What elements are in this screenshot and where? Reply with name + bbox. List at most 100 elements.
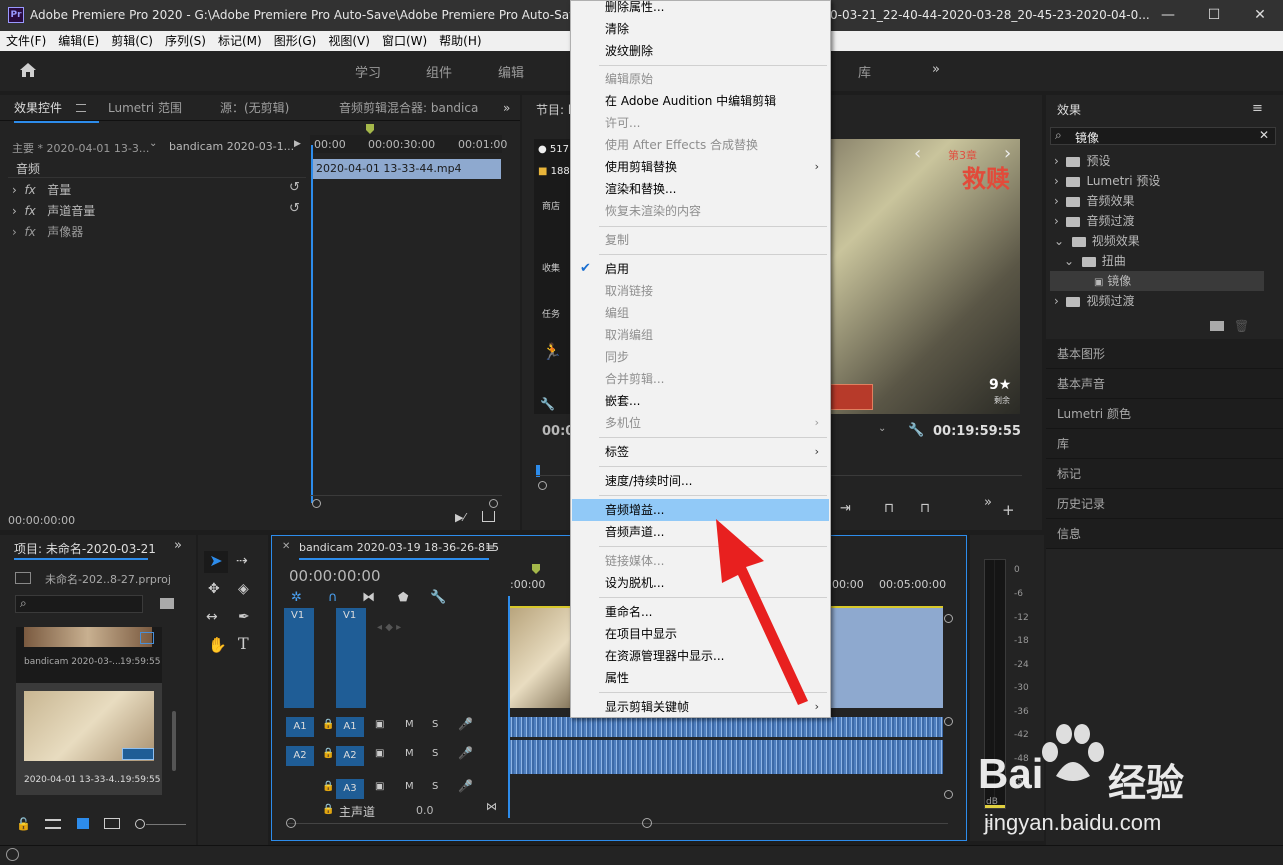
menu-item-restore-unrendered[interactable]: 恢复未渲染的内容 (572, 200, 829, 222)
mute-button[interactable]: M (405, 748, 414, 759)
section-markers[interactable]: 标记 (1046, 459, 1283, 489)
fx-row-volume[interactable]: › fx 音量 (12, 181, 71, 198)
clip-thumbnail-card-selected[interactable]: 2020-04-01 13-33-4... 19:59:55 (16, 683, 162, 795)
panel-menu-icon[interactable]: ≡ (485, 541, 495, 555)
menu-item-unlink[interactable]: 取消链接 (572, 280, 829, 302)
scroll-handle[interactable] (944, 790, 953, 799)
menu-item-remove-attributes[interactable]: 删除属性... (572, 0, 829, 18)
playhead[interactable] (311, 145, 313, 503)
track-target-v1[interactable]: V1 (336, 608, 366, 708)
track-select-tool-icon[interactable]: ⇢ (236, 553, 248, 569)
effects-tree-item-selected[interactable]: ▣ 镜像 (1050, 271, 1264, 291)
menu-item-speed-duration[interactable]: 速度/持续时间... (572, 470, 829, 492)
icon-view-icon[interactable] (77, 818, 89, 829)
workspace-assembly[interactable]: 组件 (426, 62, 452, 81)
scroll-handle[interactable] (944, 717, 953, 726)
slip-tool-icon[interactable]: ↔ (206, 609, 218, 625)
section-lumetri-color[interactable]: Lumetri 颜色 (1046, 399, 1283, 429)
panel-more-button[interactable]: » (503, 95, 510, 120)
hand-tool-icon[interactable]: ✋ (208, 636, 227, 654)
effects-tree-item[interactable]: › 视频过渡 (1054, 291, 1134, 311)
pen-tool-icon[interactable]: ✒ (238, 609, 250, 625)
go-to-end-icon[interactable]: ⋈ (486, 800, 497, 813)
effects-tree-item[interactable]: ⌄ 扭曲 (1064, 251, 1126, 271)
project-search-input[interactable]: ⌕ (15, 595, 143, 613)
clip-bar[interactable]: 2020-04-01 13-33-44.mp4 (312, 159, 501, 179)
timeline-settings-icon[interactable]: 🔧 (430, 590, 446, 605)
settings-wrench-icon[interactable]: 🔧 (908, 423, 924, 438)
voice-over-mic-icon[interactable]: 🎤 (458, 779, 473, 793)
zoom-scrollbar[interactable] (310, 495, 502, 508)
chevron-down-icon[interactable]: ⌄ (878, 423, 894, 439)
menu-item-label-colors[interactable]: 标签 › (572, 441, 829, 463)
reset-icon[interactable]: ↺ (289, 180, 300, 195)
timeline-playhead[interactable] (508, 596, 510, 818)
sync-lock-icon[interactable]: ▣ (375, 748, 384, 759)
freeform-view-icon[interactable] (104, 818, 120, 829)
export-icon[interactable] (482, 511, 495, 522)
reset-icon[interactable]: ↺ (289, 201, 300, 216)
new-folder-icon[interactable] (1210, 321, 1224, 331)
clear-search-icon[interactable]: ✕ (1259, 128, 1269, 142)
menu-item-replace-with-ae[interactable]: 使用 After Effects 合成替换 (572, 134, 829, 156)
voice-over-mic-icon[interactable]: 🎤 (458, 717, 473, 731)
track-source-a1[interactable]: A1 (286, 717, 314, 737)
fx-row-channel-volume[interactable]: › fx 声道音量 (12, 202, 95, 219)
menu-item-ungroup[interactable]: 取消编组 (572, 324, 829, 346)
add-button-icon[interactable]: + (1002, 501, 1015, 519)
scroll-handle[interactable] (944, 614, 953, 623)
workspace-learn[interactable]: 学习 (355, 62, 381, 81)
section-history[interactable]: 历史记录 (1046, 489, 1283, 519)
project-panel-title[interactable]: 项目: 未命名-2020-03-21 (14, 540, 156, 557)
menu-item-replace-with-clip[interactable]: 使用剪辑替换 › (572, 156, 829, 178)
menu-clip[interactable]: 剪辑(C) (105, 31, 159, 51)
new-bin-icon[interactable] (160, 598, 174, 609)
menu-item-merge-clips[interactable]: 合并剪辑... (572, 368, 829, 390)
menu-sequence[interactable]: 序列(S) (159, 31, 212, 51)
menu-item-multi-camera[interactable]: 多机位 › (572, 412, 829, 434)
menu-item-group[interactable]: 编组 (572, 302, 829, 324)
in-point-marker[interactable] (366, 124, 374, 134)
list-view-icon[interactable] (45, 819, 61, 829)
solo-button[interactable]: S (432, 748, 438, 759)
track-target-a1[interactable]: A1 (336, 717, 364, 737)
snap-nest-icon[interactable]: ✲ (291, 590, 302, 605)
mute-button[interactable]: M (405, 719, 414, 730)
scroll-handle[interactable] (286, 818, 296, 828)
effects-tree-item[interactable]: › Lumetri 预设 (1054, 171, 1160, 191)
lock-icon[interactable]: 🔒 (322, 804, 334, 815)
menu-help[interactable]: 帮助(H) (433, 31, 487, 51)
track-source-v1[interactable]: V1 (284, 608, 314, 708)
effects-search-input[interactable]: ⌕ 镜像 ✕ (1050, 127, 1276, 145)
lift-icon[interactable]: ⊓ (884, 501, 894, 516)
tab-audio-clip-mixer[interactable]: 音频剪辑混合器: bandica (339, 95, 478, 120)
section-libraries[interactable]: 库 (1046, 429, 1283, 459)
overwrite-icon[interactable]: ⇥ (840, 501, 851, 516)
in-point-marker[interactable] (532, 564, 540, 574)
scroll-handle[interactable] (489, 499, 498, 508)
maximize-button[interactable]: ☐ (1191, 0, 1237, 31)
lock-icon[interactable]: 🔒 (322, 748, 334, 759)
tab-lumetri-scopes[interactable]: Lumetri 范围 (108, 95, 182, 120)
fx-row-panner[interactable]: › fx 声像器 (12, 223, 83, 240)
trash-icon[interactable]: 🗑 (1234, 319, 1249, 333)
menu-file[interactable]: 文件(F) (0, 31, 52, 51)
lock-icon[interactable]: 🔓 (16, 817, 31, 831)
track-source-a2[interactable]: A2 (286, 746, 314, 766)
timeline-scrollbar[interactable] (288, 823, 948, 824)
workspace-editing[interactable]: 编辑 (498, 62, 524, 81)
zoom-slider-handle[interactable] (135, 819, 145, 829)
menu-view[interactable]: 视图(V) (322, 31, 376, 51)
lock-icon[interactable]: 🔒 (322, 781, 334, 792)
tab-effect-controls[interactable]: 效果控件 (14, 95, 62, 120)
sync-lock-icon[interactable]: ▣ (375, 719, 384, 730)
scrollbar[interactable] (172, 711, 176, 771)
add-marker-icon[interactable]: ⬟ (398, 590, 408, 604)
workspace-libraries[interactable]: 库 (858, 62, 871, 81)
effects-tree-item[interactable]: › 预设 (1054, 151, 1110, 171)
timeline-tab-title[interactable]: bandicam 2020-03-19 18-36-26-815 (299, 541, 499, 554)
effects-tree-item[interactable]: › 音频过渡 (1054, 211, 1134, 231)
close-tab-icon[interactable]: ✕ (282, 541, 290, 552)
panel-more-button[interactable]: » (174, 538, 182, 553)
extract-icon[interactable]: ⊓ (920, 501, 930, 516)
